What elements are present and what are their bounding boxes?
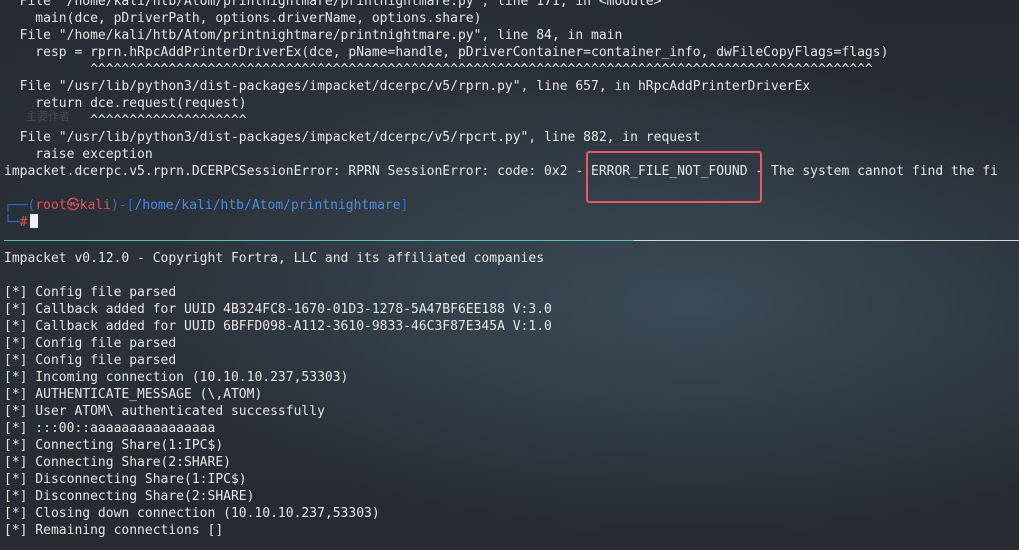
traceback-line: File "/usr/lib/python3/dist-packages/imp… bbox=[4, 79, 811, 94]
output-line: [*] Config file parsed bbox=[4, 336, 177, 351]
output-line: [*] Disconnecting Share(2:SHARE) bbox=[4, 489, 255, 504]
output-line: [*] Callback added for UUID 4B324FC8-167… bbox=[4, 302, 552, 317]
prompt-at-symbol: ㉿ bbox=[66, 198, 80, 213]
output-line: [*] :::00::aaaaaaaaaaaaaaaa bbox=[4, 421, 216, 436]
output-line: [*] Callback added for UUID 6BFFD098-A11… bbox=[4, 319, 552, 334]
traceback-line: ^^^^^^^^^^^^^^^^^^^^ bbox=[4, 113, 247, 128]
prompt-corner-bottom: └─ bbox=[4, 215, 20, 230]
output-line: [*] AUTHENTICATE_MESSAGE (\,ATOM) bbox=[4, 387, 263, 402]
traceback-line: File "/home/kali/htb/Atom/printnightmare… bbox=[4, 28, 623, 43]
output-line: Impacket v0.12.0 - Copyright Fortra, LLC… bbox=[4, 251, 545, 266]
traceback-line: main(dce, pDriverPath, options.driverNam… bbox=[4, 11, 482, 26]
prompt-host: kali bbox=[79, 198, 111, 213]
output-line: [*] Closing down connection (10.10.10.23… bbox=[4, 506, 380, 521]
output-line: [*] Config file parsed bbox=[4, 285, 177, 300]
output-line: [*] Connecting Share(2:SHARE) bbox=[4, 455, 231, 470]
prompt-corner-top: ┌──( bbox=[4, 198, 36, 213]
pane-divider[interactable] bbox=[4, 240, 1019, 241]
output-line: [*] Remaining connections [] bbox=[4, 523, 224, 538]
prompt-hash: # bbox=[19, 215, 28, 230]
text-cursor bbox=[30, 214, 39, 228]
output-line: [*] Connecting Share(1:IPC$) bbox=[4, 438, 224, 453]
prompt-separator: )-[ bbox=[110, 198, 135, 213]
prompt-close: ] bbox=[400, 198, 409, 213]
prompt-user: root bbox=[35, 198, 67, 213]
output-line: [*] Incoming connection (10.10.10.237,53… bbox=[4, 370, 349, 385]
traceback-line: File "/usr/lib/python3/dist-packages/imp… bbox=[4, 130, 701, 145]
terminal-pane-bottom[interactable]: Impacket v0.12.0 - Copyright Fortra, LLC… bbox=[4, 250, 1019, 539]
output-line: [*] User ATOM\ authenticated successfull… bbox=[4, 404, 325, 419]
output-line: [*] Disconnecting Share(1:IPC$) bbox=[4, 472, 247, 487]
traceback-line: resp = rprn.hRpcAddPrinterDriverEx(dce, … bbox=[4, 45, 889, 60]
traceback-line: ^^^^^^^^^^^^^^^^^^^^^^^^^^^^^^^^^^^^^^^^… bbox=[4, 62, 873, 77]
terminal-pane-top[interactable]: File "/home/kali/htb/Atom/printnightmare… bbox=[4, 0, 1019, 231]
output-line: [*] Config file parsed bbox=[4, 353, 177, 368]
prompt-line-bottom[interactable]: └─# bbox=[4, 214, 1019, 231]
traceback-line: File "/home/kali/htb/Atom/printnightmare… bbox=[4, 0, 662, 9]
prompt-line-top: ┌──(root㉿kali)-[/home/kali/htb/Atom/prin… bbox=[4, 197, 1019, 214]
traceback-line: raise exception bbox=[4, 147, 153, 162]
error-highlight-box bbox=[586, 151, 762, 203]
error-line: impacket.dcerpc.v5.rprn.DCERPCSessionErr… bbox=[4, 164, 998, 179]
traceback-line: return dce.request(request) bbox=[4, 96, 247, 111]
prompt-path: /home/kali/htb/Atom/printnightmare bbox=[134, 198, 401, 213]
